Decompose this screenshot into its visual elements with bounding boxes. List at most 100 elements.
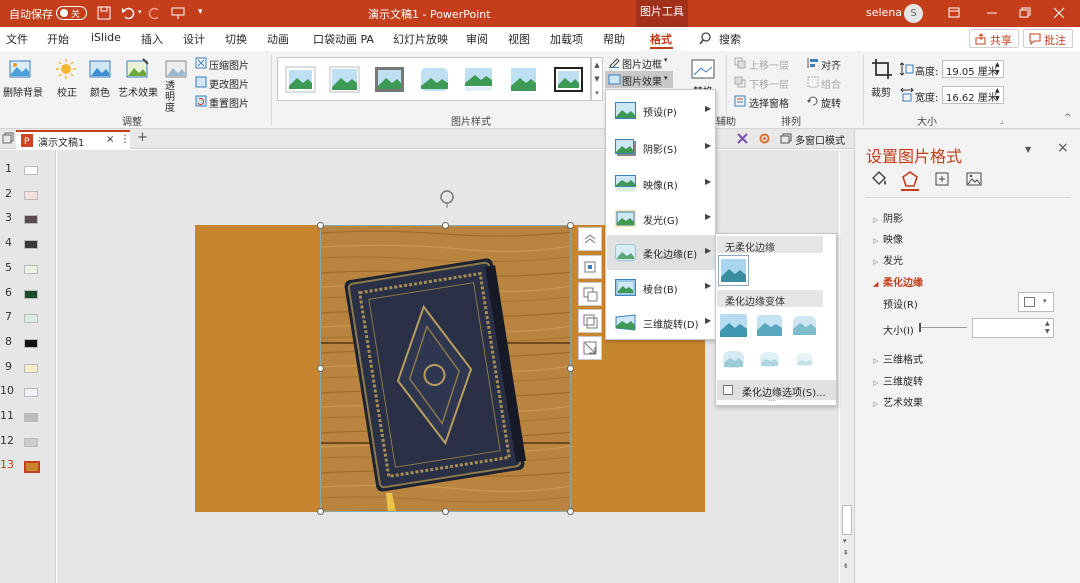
shadow-section[interactable]: ▷ 阴影: [873, 210, 903, 225]
soft-edge-variant[interactable]: [718, 344, 749, 375]
picture-effects-button[interactable]: 图片效果 ▾: [605, 71, 673, 88]
resize-button[interactable]: [578, 336, 602, 360]
tab-pocket-animation[interactable]: 口袋动画 PA: [313, 31, 374, 47]
layout-options-button[interactable]: [578, 255, 602, 279]
user-name[interactable]: selena: [866, 6, 902, 19]
group-button[interactable]: 组合: [821, 76, 841, 91]
collapse-ribbon-icon[interactable]: ^: [1064, 113, 1072, 123]
avatar[interactable]: S: [904, 4, 923, 23]
rotate-handle-icon[interactable]: [437, 188, 457, 208]
crop-icon[interactable]: [871, 58, 893, 80]
close-icon[interactable]: [1046, 3, 1072, 23]
gallery-scroll[interactable]: ▲ ▼ ▾: [591, 57, 603, 101]
height-spinner[interactable]: ▲ ▼: [995, 61, 1000, 77]
tab-design[interactable]: 设计: [183, 31, 205, 47]
autosave-toggle[interactable]: 关: [56, 6, 87, 20]
picture-styles-gallery[interactable]: [277, 57, 591, 101]
3d-format-section[interactable]: ▷ 三维格式: [873, 351, 923, 366]
3d-rotation-section[interactable]: ▷ 三维旋转: [873, 373, 923, 388]
soft-edge-none-option[interactable]: [718, 255, 749, 286]
slide-thumbnail[interactable]: [24, 314, 38, 323]
color-icon[interactable]: [89, 58, 111, 80]
tab-list-icon[interactable]: [2, 132, 14, 144]
previous-slide-icon[interactable]: ⇞: [843, 549, 849, 557]
resize-handle[interactable]: [442, 222, 449, 229]
ribbon-display-icon[interactable]: [941, 3, 967, 23]
change-picture-icon[interactable]: [195, 76, 207, 88]
reflection-section[interactable]: ▷ 映像: [873, 231, 903, 246]
slide-thumbnail[interactable]: [24, 215, 38, 224]
align-button[interactable]: 对齐: [821, 57, 841, 72]
compress-icon[interactable]: [195, 57, 207, 69]
slide-thumbnail[interactable]: [24, 265, 38, 274]
reset-picture-icon[interactable]: [195, 95, 207, 107]
tab-addins[interactable]: 加载项: [550, 31, 583, 47]
width-spinner[interactable]: ▲ ▼: [995, 87, 1000, 103]
copy-format-button[interactable]: [578, 282, 602, 306]
soft-edge-variant[interactable]: [718, 310, 749, 341]
tab-file[interactable]: 文件: [6, 31, 28, 47]
preset-dropdown[interactable]: ▾: [1018, 292, 1054, 312]
current-slide-thumbnail[interactable]: [24, 461, 40, 473]
tab-insert[interactable]: 插入: [141, 31, 163, 47]
tab-help[interactable]: 帮助: [603, 31, 625, 47]
style-thumb-7[interactable]: [553, 66, 584, 93]
document-tab[interactable]: P 演示文稿1 × ⋮: [16, 130, 130, 149]
multi-window-mode-button[interactable]: 多窗口模式: [795, 132, 845, 147]
size-input[interactable]: ▲ ▼: [972, 318, 1054, 338]
rotate-button[interactable]: 旋转: [821, 95, 841, 110]
size-slider-handle[interactable]: [919, 323, 921, 332]
tab-transitions[interactable]: 切换: [225, 31, 247, 47]
size-properties-icon[interactable]: [933, 170, 951, 188]
send-backward-button[interactable]: 下移一层: [749, 76, 789, 91]
bring-forward-button[interactable]: 上移一层: [749, 57, 789, 72]
effects-pentagon-icon[interactable]: [901, 170, 919, 188]
slide-thumbnail[interactable]: [24, 166, 38, 175]
comments-button[interactable]: 批注: [1023, 29, 1073, 48]
resize-handle[interactable]: [317, 222, 324, 229]
picture-border-icon[interactable]: [608, 56, 620, 68]
crop-button[interactable]: 裁剪: [871, 84, 891, 99]
undo-dropdown-icon[interactable]: ▾: [138, 8, 142, 16]
tab-slideshow[interactable]: 幻灯片放映: [393, 31, 448, 47]
artistic-effects-button[interactable]: 艺术效果: [118, 84, 158, 99]
slide-thumbnail[interactable]: [24, 240, 38, 249]
settings-gear-icon[interactable]: [758, 132, 771, 145]
redo-icon[interactable]: [148, 6, 162, 20]
remove-background-icon[interactable]: [9, 58, 31, 80]
width-input[interactable]: 16.62 厘米 ▲ ▼: [942, 86, 1004, 104]
tab-view[interactable]: 视图: [508, 31, 530, 47]
resize-handle[interactable]: [317, 508, 324, 515]
transparency-icon[interactable]: [165, 58, 187, 80]
picture-border-button[interactable]: 图片边框: [622, 56, 662, 71]
close-pane-icon[interactable]: ×: [1057, 140, 1069, 156]
customize-qat-icon[interactable]: ▾: [198, 7, 203, 17]
soft-edge-variant[interactable]: [789, 344, 820, 375]
tab-review[interactable]: 审阅: [466, 31, 488, 47]
scroll-thumb[interactable]: [842, 505, 852, 535]
resize-handle[interactable]: [567, 365, 574, 372]
addin-icon[interactable]: [736, 132, 749, 145]
change-picture-button[interactable]: 更改图片: [209, 76, 249, 91]
slide-thumbnail[interactable]: [24, 413, 38, 422]
minimize-icon[interactable]: [979, 3, 1005, 23]
picture-icon[interactable]: [965, 170, 983, 188]
compress-pictures-button[interactable]: 压缩图片: [209, 57, 249, 72]
border-dropdown-icon[interactable]: ▾: [664, 56, 668, 64]
resize-handle[interactable]: [442, 508, 449, 515]
glow-section[interactable]: ▷ 发光: [873, 252, 903, 267]
undo-icon[interactable]: [121, 6, 137, 20]
menu-item-shadow[interactable]: 阴影(S) ▶: [607, 130, 715, 165]
slide-thumbnail[interactable]: [24, 388, 38, 397]
style-thumb-4[interactable]: [419, 66, 450, 93]
resize-grip-icon[interactable]: ····: [768, 397, 777, 405]
style-thumb-5[interactable]: [463, 66, 494, 93]
menu-item-glow[interactable]: 发光(G) ▶: [607, 201, 715, 236]
menu-item-preset[interactable]: 预设(P) ▶: [607, 93, 715, 128]
save-icon[interactable]: [97, 6, 111, 20]
transparency-button[interactable]: 透明度: [165, 81, 177, 114]
new-tab-icon[interactable]: +: [137, 130, 148, 145]
menu-item-bevel[interactable]: 棱台(B) ▶: [607, 270, 715, 305]
pane-options-icon[interactable]: ▼: [1025, 145, 1031, 154]
artistic-effects-section[interactable]: ▷ 艺术效果: [873, 394, 923, 409]
